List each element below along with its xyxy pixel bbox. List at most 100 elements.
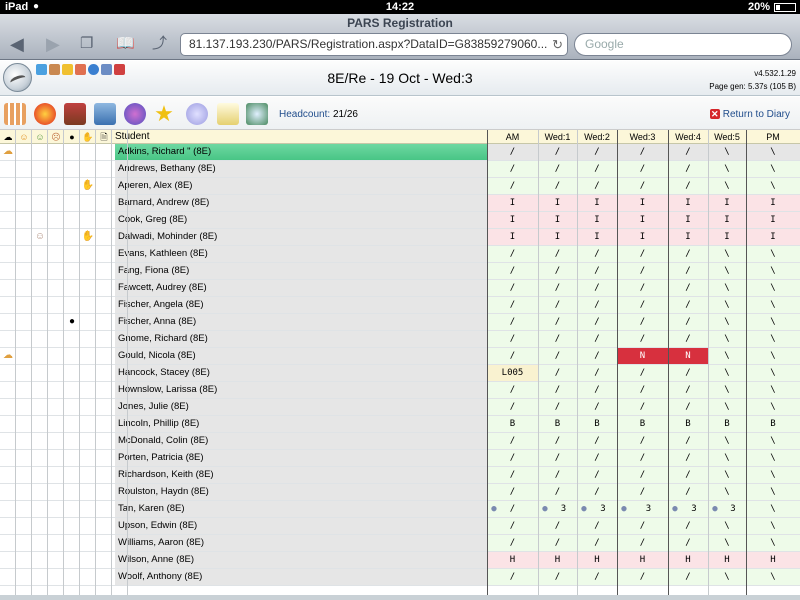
student-name[interactable]: Dalwadi, Mohinder (8E) bbox=[115, 229, 487, 245]
student-name[interactable]: McDonald, Colin (8E) bbox=[115, 433, 487, 449]
attendance-mark[interactable]: / bbox=[538, 467, 577, 483]
attendance-mark[interactable]: / bbox=[668, 144, 708, 160]
attendance-mark[interactable]: I bbox=[708, 212, 746, 228]
attendance-mark[interactable]: I bbox=[538, 229, 577, 245]
attendance-mark[interactable]: / bbox=[617, 484, 668, 500]
student-name[interactable]: Fang, Fiona (8E) bbox=[115, 263, 487, 279]
attendance-mark[interactable]: \ bbox=[746, 331, 800, 347]
attendance-mark[interactable]: / bbox=[668, 161, 708, 177]
attendance-mark[interactable]: / bbox=[487, 144, 538, 160]
attendance-mark[interactable]: \ bbox=[746, 518, 800, 534]
attendance-mark[interactable]: / bbox=[538, 314, 577, 330]
attendance-mark[interactable]: / bbox=[668, 331, 708, 347]
attendance-mark[interactable]: I bbox=[617, 195, 668, 211]
attendance-mark[interactable]: \ bbox=[746, 144, 800, 160]
attendance-mark[interactable]: / bbox=[487, 314, 538, 330]
attendance-mark[interactable]: / bbox=[617, 399, 668, 415]
attendance-mark[interactable]: \ bbox=[708, 569, 746, 585]
attendance-mark[interactable]: / bbox=[577, 144, 617, 160]
attendance-mark[interactable]: / bbox=[487, 161, 538, 177]
attendance-mark[interactable]: / bbox=[538, 365, 577, 381]
add-note-icon[interactable] bbox=[217, 103, 239, 125]
attendance-mark[interactable]: / bbox=[538, 348, 577, 364]
attendance-mark[interactable]: / bbox=[577, 161, 617, 177]
attendance-mark[interactable]: I bbox=[746, 195, 800, 211]
attendance-mark[interactable]: / bbox=[538, 433, 577, 449]
student-row[interactable]: Fawcett, Audrey (8E) / / / / / \ \ bbox=[0, 280, 800, 297]
paw-icon[interactable]: ● bbox=[64, 314, 80, 330]
attendance-mark[interactable]: / bbox=[577, 450, 617, 466]
attendance-mark[interactable]: / bbox=[577, 348, 617, 364]
student-row[interactable]: ✋ Aperen, Alex (8E) / / / / / \ \ bbox=[0, 178, 800, 195]
attendance-mark[interactable]: / bbox=[487, 263, 538, 279]
attendance-mark[interactable]: / bbox=[577, 297, 617, 313]
attendance-mark[interactable]: I bbox=[487, 195, 538, 211]
student-row[interactable]: ● Fischer, Anna (8E) / / / / / \ \ bbox=[0, 314, 800, 331]
attendance-mark[interactable]: / bbox=[538, 382, 577, 398]
attendance-mark[interactable]: \ bbox=[708, 280, 746, 296]
student-row[interactable]: McDonald, Colin (8E) / / / / / \ \ bbox=[0, 433, 800, 450]
attendance-mark[interactable]: / bbox=[617, 178, 668, 194]
attendance-mark[interactable]: / bbox=[617, 569, 668, 585]
student-row[interactable]: ☁ Adkins, Richard " (8E) / / / / / \ \ bbox=[0, 144, 800, 161]
attendance-mark[interactable]: / bbox=[617, 382, 668, 398]
attendance-mark[interactable]: / bbox=[617, 433, 668, 449]
attendance-mark[interactable]: / bbox=[577, 518, 617, 534]
attendance-mark[interactable]: \ bbox=[746, 433, 800, 449]
attendance-mark[interactable]: / bbox=[668, 450, 708, 466]
attendance-mark[interactable]: \ bbox=[708, 314, 746, 330]
group-icon[interactable] bbox=[124, 103, 146, 125]
attendance-mark[interactable]: I bbox=[577, 212, 617, 228]
attendance-mark[interactable]: \ bbox=[746, 161, 800, 177]
attendance-mark[interactable]: \ bbox=[708, 535, 746, 551]
attendance-mark[interactable]: / bbox=[577, 365, 617, 381]
student-name[interactable]: Lincoln, Phillip (8E) bbox=[115, 416, 487, 432]
attendance-mark[interactable]: / bbox=[668, 365, 708, 381]
student-row[interactable]: ☺ ✋ Dalwadi, Mohinder (8E) I I I I I I I bbox=[0, 229, 800, 246]
attendance-mark[interactable]: / bbox=[487, 297, 538, 313]
student-name[interactable]: Upson, Edwin (8E) bbox=[115, 518, 487, 534]
student-row[interactable]: Evans, Kathleen (8E) / / / / / \ \ bbox=[0, 246, 800, 263]
attendance-mark[interactable]: / bbox=[538, 535, 577, 551]
attendance-mark[interactable]: I bbox=[668, 229, 708, 245]
attendance-mark[interactable]: \ bbox=[746, 178, 800, 194]
attendance-mark[interactable]: / bbox=[538, 450, 577, 466]
weather-icon[interactable]: ☁ bbox=[0, 348, 16, 364]
attendance-mark[interactable]: / bbox=[577, 280, 617, 296]
attendance-mark[interactable]: \ bbox=[746, 501, 800, 517]
student-name[interactable]: Gnome, Richard (8E) bbox=[115, 331, 487, 347]
attendance-mark[interactable]: I bbox=[708, 195, 746, 211]
attendance-mark[interactable]: \ bbox=[746, 280, 800, 296]
student-name[interactable]: Aperen, Alex (8E) bbox=[115, 178, 487, 194]
attendance-mark[interactable]: / bbox=[487, 331, 538, 347]
attendance-mark[interactable]: \ bbox=[746, 382, 800, 398]
attendance-mark[interactable]: / bbox=[538, 161, 577, 177]
attendance-mark[interactable]: L005 bbox=[487, 365, 538, 381]
student-name[interactable]: Fischer, Angela (8E) bbox=[115, 297, 487, 313]
attendance-mark[interactable]: / bbox=[538, 399, 577, 415]
attendance-mark[interactable]: / bbox=[487, 569, 538, 585]
attendance-mark[interactable]: / bbox=[668, 297, 708, 313]
attendance-mark[interactable]: / bbox=[577, 399, 617, 415]
attendance-mark[interactable]: I bbox=[487, 229, 538, 245]
attendance-mark[interactable]: I bbox=[668, 212, 708, 228]
attendance-mark[interactable]: / bbox=[617, 450, 668, 466]
attendance-mark[interactable]: B bbox=[617, 416, 668, 432]
attendance-mark[interactable]: / bbox=[617, 467, 668, 483]
attendance-mark[interactable]: \ bbox=[708, 518, 746, 534]
student-name[interactable]: Barnard, Andrew (8E) bbox=[115, 195, 487, 211]
attendance-mark[interactable]: \ bbox=[746, 467, 800, 483]
comment-icon[interactable]: ● bbox=[579, 501, 589, 517]
attendance-mark[interactable]: \ bbox=[746, 399, 800, 415]
attendance-mark[interactable]: \ bbox=[708, 178, 746, 194]
attendance-mark[interactable]: \ bbox=[708, 263, 746, 279]
student-name[interactable]: Hownslow, Larissa (8E) bbox=[115, 382, 487, 398]
attendance-mark[interactable]: B bbox=[708, 416, 746, 432]
student-name[interactable]: Andrews, Bethany (8E) bbox=[115, 161, 487, 177]
student-row[interactable]: Lincoln, Phillip (8E) B B B B B B B bbox=[0, 416, 800, 433]
bookmarks-icon[interactable]: 📖 bbox=[116, 34, 135, 54]
attendance-mark[interactable]: / bbox=[577, 263, 617, 279]
attendance-mark[interactable]: H bbox=[708, 552, 746, 568]
attendance-mark[interactable]: / bbox=[577, 178, 617, 194]
attendance-mark[interactable]: / bbox=[487, 348, 538, 364]
